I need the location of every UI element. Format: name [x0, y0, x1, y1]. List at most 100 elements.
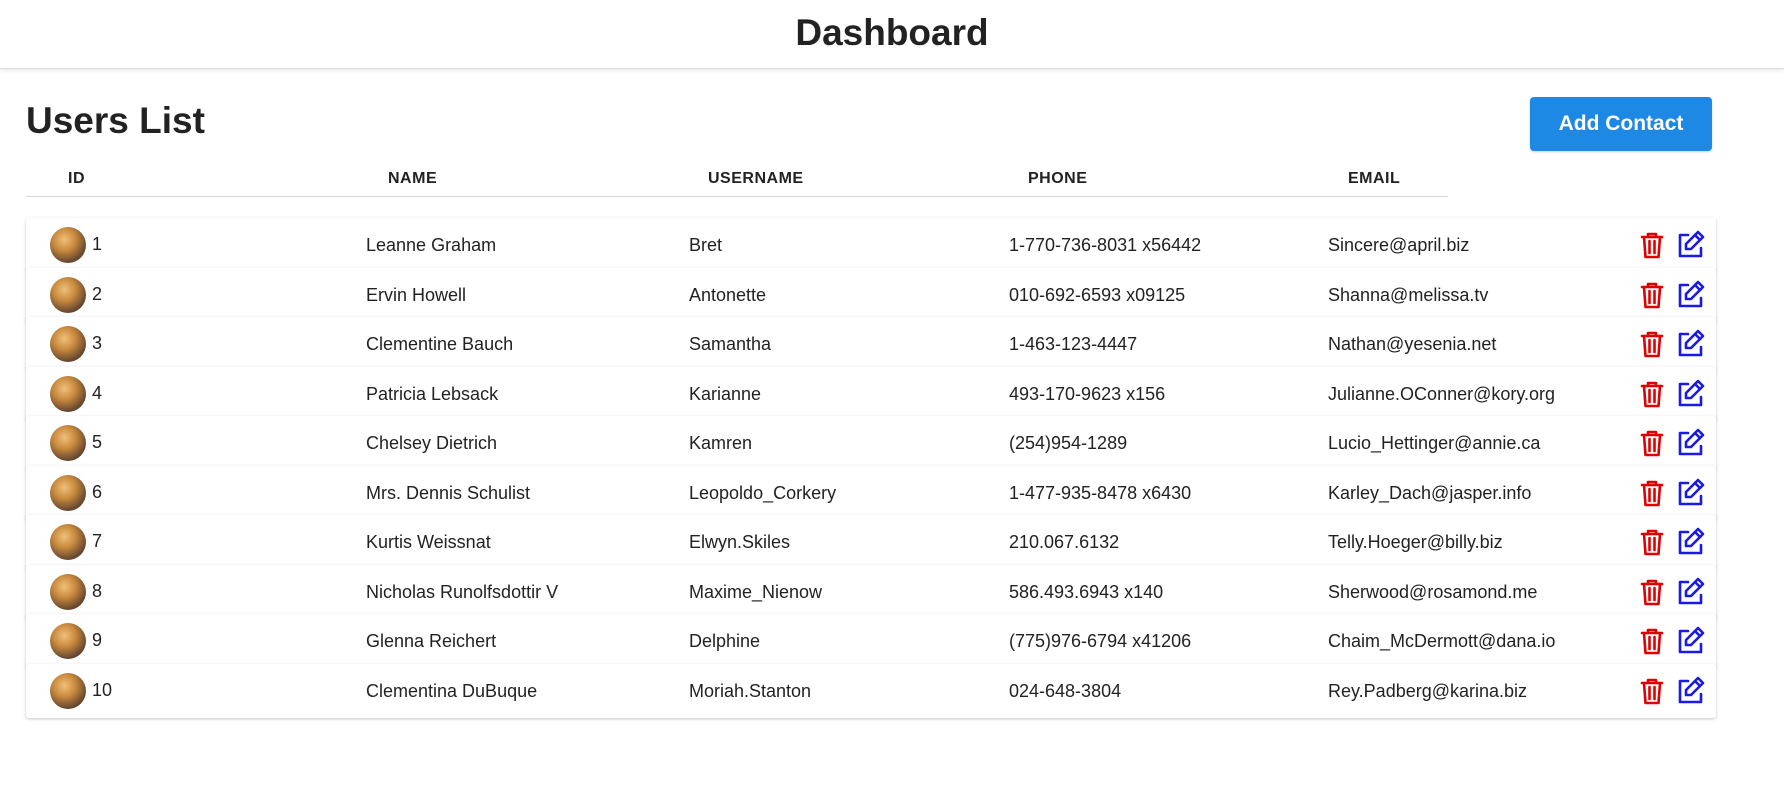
cell-name: Clementine Bauch	[366, 334, 514, 354]
cell-name: Leanne Graham	[366, 235, 497, 255]
edit-icon[interactable]	[1674, 576, 1706, 608]
cell-email: Chaim_McDermott@dana.io	[1328, 631, 1556, 651]
cell-email: Sherwood@rosamond.me	[1328, 581, 1538, 602]
avatar	[50, 623, 86, 659]
page-title: Users List	[26, 100, 205, 141]
cell-email: Lucio_Hettinger@annie.ca	[1328, 433, 1541, 453]
cell-id: 5	[92, 432, 103, 452]
cell-username: Antonette	[689, 284, 767, 305]
cell-username: Bret	[689, 235, 723, 255]
cell-email: Rey.Padberg@karina.biz	[1328, 680, 1528, 701]
cell-phone: 1-770-736-8031 x56442	[1009, 235, 1202, 255]
avatar	[50, 425, 86, 461]
edit-icon[interactable]	[1674, 328, 1706, 360]
cell-name: Glenna Reichert	[366, 631, 497, 651]
trash-icon[interactable]	[1636, 229, 1668, 261]
avatar	[50, 672, 86, 709]
cell-email: Nathan@yesenia.net	[1328, 334, 1497, 354]
edit-icon[interactable]	[1674, 625, 1706, 657]
table-row: 3 Clementine Bauch Samantha 1-463-123-4447 N…	[26, 317, 1716, 371]
avatar	[50, 326, 86, 362]
table-row: 4 Patricia Lebsack Karianne 493-170-9623 x1…	[26, 366, 1716, 421]
trash-icon[interactable]	[1636, 625, 1668, 657]
table-row: 5 Chelsey Dietrich Kamren (254)954-1289 Luci…	[26, 416, 1716, 470]
trash-icon[interactable]	[1636, 279, 1668, 311]
table-row: 1 Leanne Graham Bret 1-770-736-8031 x56442 S…	[26, 218, 1716, 272]
column-header-phone: PHONE	[1028, 170, 1088, 187]
avatar	[50, 227, 86, 263]
trash-icon[interactable]	[1636, 328, 1668, 360]
edit-icon[interactable]	[1674, 477, 1706, 509]
edit-icon[interactable]	[1674, 378, 1706, 410]
cell-username: Kamren	[689, 433, 753, 453]
cell-id: 10	[92, 679, 113, 700]
cell-phone: 493-170-9623 x156	[1009, 383, 1166, 404]
table-row: 9 Glenna Reichert Delphine (775)976-6794 x4…	[26, 614, 1716, 668]
cell-username: Elwyn.Skiles	[689, 532, 791, 552]
cell-id: 9	[92, 630, 103, 650]
cell-name: Mrs. Dennis Schulist	[366, 482, 531, 503]
trash-icon[interactable]	[1636, 675, 1668, 707]
cell-name: Ervin Howell	[366, 284, 467, 305]
cell-id: 8	[92, 580, 103, 601]
cell-username: Moriah.Stanton	[689, 680, 812, 701]
cell-phone: (254)954-1289	[1009, 433, 1128, 453]
cell-name: Clementina DuBuque	[366, 680, 538, 701]
cell-username: Maxime_Nienow	[689, 581, 823, 602]
table-row: 7 Kurtis Weissnat Elwyn.Skiles 210.067.6132…	[26, 515, 1716, 569]
table-row: 8 Nicholas Runolfsdottir V Maxime_Nienow 58…	[26, 564, 1716, 619]
avatar	[50, 474, 86, 511]
cell-username: Samantha	[689, 334, 772, 354]
edit-icon[interactable]	[1674, 427, 1706, 459]
cell-phone: 010-692-6593 x09125	[1009, 284, 1186, 305]
column-header-username: USERNAME	[708, 170, 804, 187]
column-header-id: ID	[68, 170, 85, 187]
edit-icon[interactable]	[1674, 279, 1706, 311]
cell-username: Karianne	[689, 383, 762, 404]
add-contact-button[interactable]: Add Contact	[1530, 97, 1712, 151]
cell-name: Chelsey Dietrich	[366, 433, 498, 453]
cell-id: 7	[92, 531, 103, 551]
app-title: Dashboard	[795, 12, 989, 53]
trash-icon[interactable]	[1636, 427, 1668, 459]
trash-icon[interactable]	[1636, 526, 1668, 558]
table-row: 2 Ervin Howell Antonette 010-692-6593 x0912…	[26, 267, 1716, 322]
cell-phone: 1-477-935-8478 x6430	[1009, 482, 1192, 503]
edit-icon[interactable]	[1674, 229, 1706, 261]
cell-id: 6	[92, 481, 103, 502]
cell-email: Julianne.OConner@kory.org	[1328, 383, 1556, 404]
cell-name: Patricia Lebsack	[366, 383, 499, 404]
cell-phone: 586.493.6943 x140	[1009, 581, 1164, 602]
cell-email: Sincere@april.biz	[1328, 235, 1470, 255]
cell-email: Shanna@melissa.tv	[1328, 284, 1489, 305]
cell-email: Karley_Dach@jasper.info	[1328, 482, 1532, 503]
table-row: 6 Mrs. Dennis Schulist Leopoldo_Corkery 1-4…	[26, 465, 1716, 520]
cell-email: Telly.Hoeger@billy.biz	[1328, 532, 1503, 552]
cell-phone: (775)976-6794 x41206	[1009, 631, 1192, 651]
cell-name: Kurtis Weissnat	[366, 532, 491, 552]
cell-username: Leopoldo_Corkery	[689, 482, 837, 503]
avatar	[50, 375, 86, 412]
cell-phone: 1-463-123-4447	[1009, 334, 1138, 354]
cell-id: 1	[92, 234, 103, 254]
column-header-name: NAME	[388, 170, 438, 187]
trash-icon[interactable]	[1636, 477, 1668, 509]
top-bar: Dashboard	[0, 0, 1784, 69]
cell-username: Delphine	[689, 631, 761, 651]
table-header: ID NAME USERNAME PHONE EMAIL	[26, 160, 1448, 197]
column-header-email: EMAIL	[1348, 170, 1401, 187]
edit-icon[interactable]	[1674, 526, 1706, 558]
cell-id: 3	[92, 333, 103, 353]
avatar	[50, 573, 86, 610]
cell-id: 2	[92, 283, 103, 304]
avatar	[50, 524, 86, 560]
cell-phone: 210.067.6132	[1009, 532, 1120, 552]
cell-phone: 024-648-3804	[1009, 680, 1122, 701]
cell-name: Nicholas Runolfsdottir V	[366, 581, 559, 602]
table-row: 10 Clementina DuBuque Moriah.Stanton 024-64…	[26, 663, 1716, 718]
cell-id: 4	[92, 382, 103, 403]
trash-icon[interactable]	[1636, 576, 1668, 608]
edit-icon[interactable]	[1674, 675, 1706, 707]
avatar	[50, 276, 86, 313]
trash-icon[interactable]	[1636, 378, 1668, 410]
